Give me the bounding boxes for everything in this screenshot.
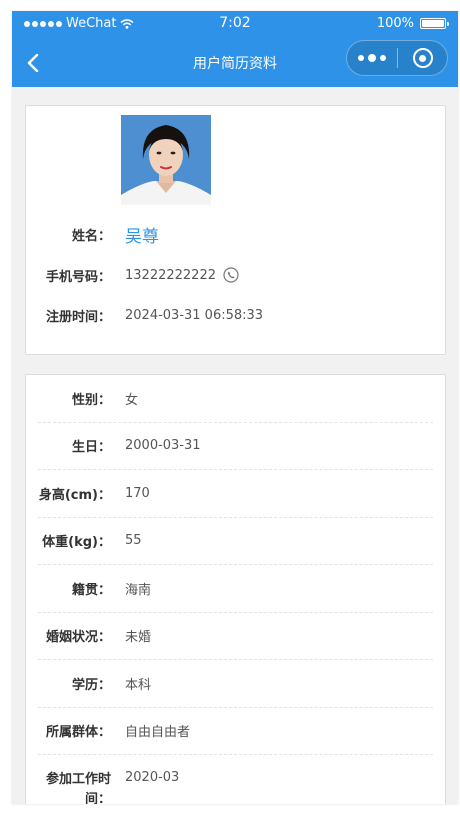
detail-value: 2020-03 — [125, 770, 180, 785]
detail-value: 55 — [125, 533, 142, 549]
detail-value: 170 — [125, 485, 150, 501]
detail-label: 体重(kg)： — [42, 535, 111, 551]
detail-value: 未婚 — [125, 630, 152, 646]
detail-label: 籍贯： — [71, 582, 111, 598]
phone-value: 13222222222 — [125, 267, 216, 283]
name-label: 姓名： — [71, 228, 111, 244]
detail-row-marital-status: 婚姻状况： 未婚 — [38, 613, 433, 660]
battery-fill — [422, 20, 444, 27]
detail-value: 自由自由者 — [125, 725, 191, 741]
more-icon[interactable] — [347, 41, 397, 75]
phone-value-group: 13222222222 — [125, 267, 239, 283]
phone-call-icon[interactable] — [223, 267, 239, 283]
phone-label: 手机号码： — [45, 269, 111, 285]
detail-value: 海南 — [125, 582, 152, 598]
name-value: 吴尊 — [125, 226, 159, 247]
detail-value: 2000-03-31 — [125, 438, 201, 454]
top-bar: WeChat 7:02 100% 用户简历资料 — [12, 11, 458, 87]
status-bar: WeChat 7:02 100% — [12, 11, 458, 36]
registered-value: 2024-03-31 06:58:33 — [125, 307, 264, 323]
detail-row-weight: 体重(kg)： 55 — [38, 518, 433, 565]
detail-row-height: 身高(cm)： 170 — [38, 470, 433, 518]
detail-row-group: 所属群体： 自由自由者 — [38, 708, 433, 755]
battery-icon — [420, 18, 449, 29]
avatar — [121, 115, 211, 205]
detail-row-education: 学历： 本科 — [38, 660, 433, 708]
detail-label: 身高(cm)： — [38, 487, 111, 503]
detail-row-birthday: 生日： 2000-03-31 — [38, 423, 433, 470]
menu-capsule — [346, 40, 448, 76]
nav-bar: 用户简历资料 — [12, 36, 458, 87]
detail-row-work-start: 参加工作时间： 2020-03 — [38, 755, 433, 804]
detail-label: 学历： — [71, 677, 111, 693]
phone-row: 手机号码： 13222222222 — [26, 263, 239, 287]
detail-value: 女 — [125, 392, 139, 408]
registered-label: 注册时间： — [45, 309, 111, 325]
close-miniprogram-icon[interactable] — [398, 41, 447, 75]
name-row: 姓名： 吴尊 — [26, 222, 159, 247]
detail-label: 婚姻状况： — [45, 630, 111, 646]
details-list: 性别： 女 生日： 2000-03-31 身高(cm)： 170 体重(kg)：… — [26, 375, 445, 804]
battery-percent: 100% — [376, 16, 414, 31]
detail-value: 本科 — [125, 677, 152, 693]
registered-row: 注册时间： 2024-03-31 06:58:33 — [26, 303, 263, 327]
profile-card: 姓名： 吴尊 手机号码： 13222222222 注册时间： 2024-03-3… — [25, 105, 446, 355]
detail-label: 生日： — [71, 440, 111, 456]
detail-row-gender: 性别： 女 — [38, 375, 433, 423]
detail-label: 所属群体： — [45, 725, 111, 741]
detail-label: 性别： — [71, 392, 111, 408]
status-right: 100% — [376, 16, 449, 31]
details-card: 性别： 女 生日： 2000-03-31 身高(cm)： 170 体重(kg)：… — [25, 374, 446, 804]
detail-row-hometown: 籍贯： 海南 — [38, 565, 433, 613]
detail-label: 参加工作时间： — [45, 772, 111, 804]
phone-screen: WeChat 7:02 100% 用户简历资料 姓名： 吴尊 手机号码： 132… — [12, 11, 458, 804]
